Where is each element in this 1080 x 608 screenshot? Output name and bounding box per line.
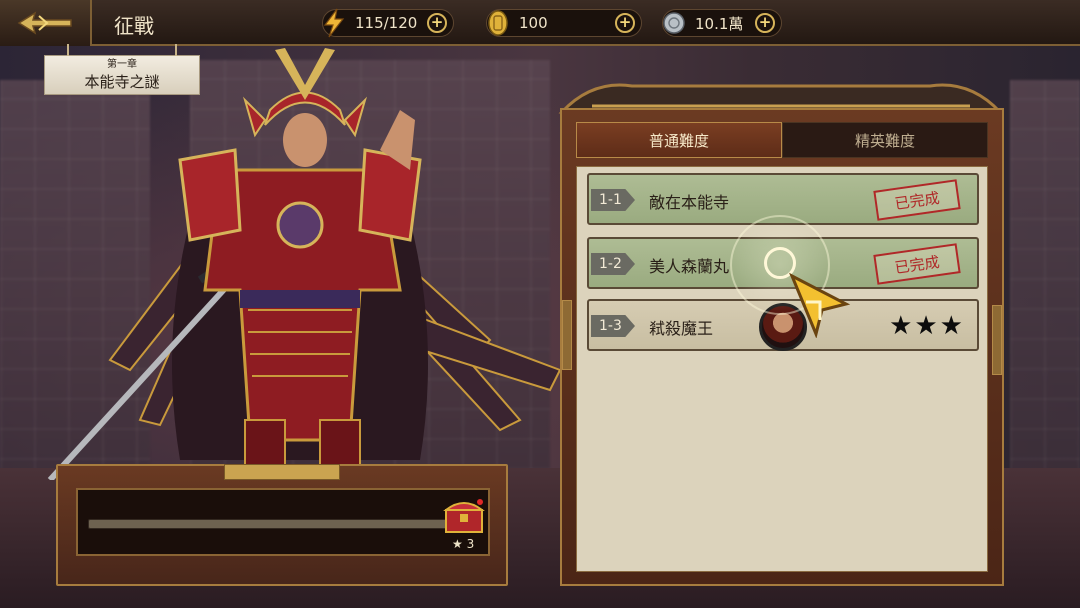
completed-stamp: 已完成 [873, 179, 961, 221]
stage-star-rating: ★★★ [889, 311, 965, 341]
completed-stamp: 已完成 [873, 243, 961, 285]
silver-counter: 10.1萬 + [662, 9, 782, 37]
star-icon: ★ [452, 537, 463, 551]
panel-pillar-right [992, 305, 1002, 375]
progress-frame-ornament [224, 464, 340, 480]
chest-star-count: 3 [466, 537, 475, 551]
background-screen-right [1010, 80, 1080, 520]
tab-normal-difficulty[interactable]: 普通難度 [576, 122, 782, 158]
difficulty-tabs: 普通難度 精英難度 [576, 122, 988, 158]
chapter-progress-bar [88, 519, 458, 529]
page-title: 征戰 [114, 14, 154, 38]
treasure-chest-icon[interactable] [442, 496, 486, 536]
gold-coin-icon [483, 8, 513, 38]
samurai-hero-illustration [47, 48, 562, 480]
panel-pillar-left [562, 300, 572, 370]
chest-star-requirement: ★ 3 [452, 537, 474, 551]
gold-value: 100 [519, 14, 548, 32]
stage-name: 美人森蘭丸 [649, 257, 730, 276]
stamina-counter: 115/120 + [319, 8, 454, 38]
stage-name: 弒殺魔王 [649, 319, 714, 338]
add-silver-button[interactable]: + [755, 13, 775, 33]
stage-name: 敵在本能寺 [649, 193, 730, 212]
stage-item-1-2[interactable]: 1-2 美人森蘭丸 已完成 [587, 237, 979, 289]
stage-number: 1-1 [591, 189, 635, 211]
stamina-value: 115/120 [355, 14, 418, 32]
back-arrow-icon [17, 11, 72, 35]
stage-number: 1-3 [591, 315, 635, 337]
stage-item-1-1[interactable]: 1-1 敵在本能寺 已完成 [587, 173, 979, 225]
stage-list: 1-1 敵在本能寺 已完成 1-2 美人森蘭丸 已完成 1-3 弒殺魔王 ★★★ [576, 166, 988, 572]
lightning-icon [319, 8, 349, 38]
stage-number: 1-2 [591, 253, 635, 275]
add-gold-button[interactable]: + [615, 13, 635, 33]
silver-coin-icon [659, 8, 689, 38]
stage-item-1-3[interactable]: 1-3 弒殺魔王 ★★★ [587, 299, 979, 351]
tab-elite-difficulty[interactable]: 精英難度 [782, 122, 988, 158]
add-stamina-button[interactable]: + [427, 13, 447, 33]
silver-value: 10.1萬 [695, 14, 744, 33]
pointer-hand-icon [789, 272, 851, 338]
gold-counter: 100 + [486, 9, 642, 37]
